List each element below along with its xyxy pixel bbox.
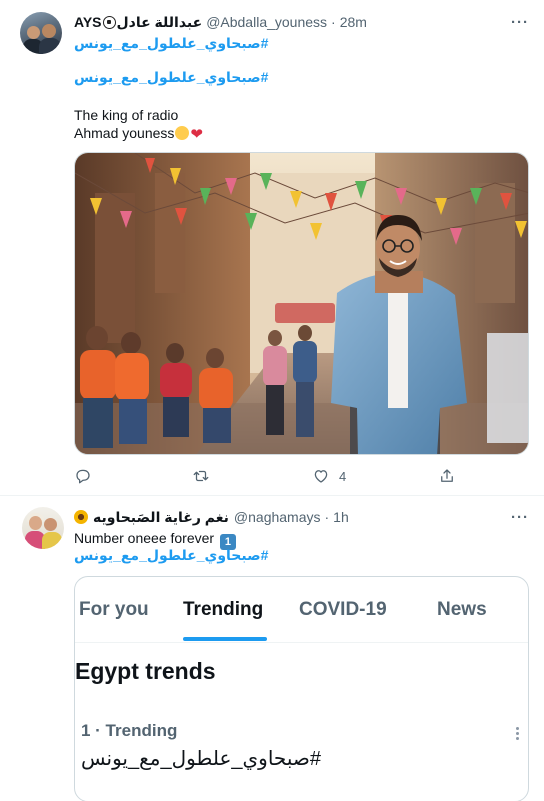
like-button[interactable]: 4 bbox=[312, 466, 346, 486]
hashtag-link[interactable]: #صبحاوي_علطول_مع_يونس bbox=[74, 547, 268, 563]
display-name[interactable]: نغم رغاية الصَبحاويه bbox=[93, 509, 229, 526]
tab-for-you[interactable]: For you bbox=[79, 599, 149, 621]
retweet-button[interactable] bbox=[192, 466, 210, 486]
tweet-photo[interactable] bbox=[74, 152, 529, 455]
sunflower-icon bbox=[74, 510, 88, 524]
heart-outline-icon bbox=[314, 470, 328, 483]
timestamp[interactable]: 28m bbox=[340, 14, 367, 30]
relieved-face-icon bbox=[175, 126, 190, 140]
avatar[interactable] bbox=[22, 507, 64, 549]
tweet-text-line: The king of radio bbox=[74, 107, 179, 123]
more-options-icon[interactable]: ··· bbox=[510, 507, 530, 527]
retweet-icon bbox=[193, 470, 209, 482]
tab-trending[interactable]: Trending bbox=[183, 599, 263, 621]
tab-covid-19[interactable]: COVID-19 bbox=[299, 599, 387, 621]
tweet-text: Ahmad youness bbox=[74, 125, 175, 141]
display-name-arabic[interactable]: عبداللة عادل bbox=[117, 14, 203, 31]
tweet-header: AYS عبداللة عادل @Abdalla_youness · 28m bbox=[74, 12, 367, 32]
trend-more-options-icon[interactable] bbox=[509, 723, 525, 743]
tweet-text-line: Ahmad youness ❤ bbox=[74, 124, 203, 144]
trend-rank-label: 1 · Trending bbox=[81, 721, 178, 740]
red-heart-icon: ❤ bbox=[190, 126, 203, 143]
hashtag-link[interactable]: #صبحاوي_علطول_مع_يونس bbox=[74, 35, 268, 51]
tweet-text: Number oneee forever bbox=[74, 530, 215, 546]
tweet-1[interactable]: AYS عبداللة عادل @Abdalla_youness · 28m ·… bbox=[0, 0, 544, 496]
separator-dot: · bbox=[331, 14, 336, 30]
tab-news[interactable]: News bbox=[437, 599, 487, 621]
hashtag-link[interactable]: #صبحاوي_علطول_مع_يونس bbox=[74, 69, 268, 85]
handle[interactable]: @naghamays bbox=[234, 509, 321, 525]
more-options-icon[interactable]: ··· bbox=[510, 12, 530, 32]
tweet-header: نغم رغاية الصَبحاويه @naghamays · 1h bbox=[74, 507, 349, 527]
share-icon bbox=[441, 469, 453, 482]
tweet-actions: 4 bbox=[74, 466, 474, 486]
share-button[interactable] bbox=[438, 466, 456, 486]
soccer-ball-icon bbox=[102, 15, 116, 29]
explore-tabs: For you Trending COVID-19 News bbox=[75, 577, 528, 643]
embedded-trends-card[interactable]: For you Trending COVID-19 News Egypt tre… bbox=[74, 576, 529, 801]
section-title: Egypt trends bbox=[75, 658, 216, 684]
avatar[interactable] bbox=[20, 12, 62, 54]
reply-button[interactable] bbox=[74, 466, 92, 486]
display-name[interactable]: AYS bbox=[74, 14, 102, 30]
separator-dot: · bbox=[324, 509, 330, 525]
reply-icon bbox=[76, 469, 90, 484]
active-tab-indicator bbox=[183, 637, 267, 641]
trend-hashtag[interactable]: #صبحاوي_علطول_مع_يونس bbox=[81, 746, 321, 771]
timestamp[interactable]: 1h bbox=[333, 509, 349, 525]
like-count: 4 bbox=[339, 468, 347, 484]
handle[interactable]: @Abdalla_youness bbox=[206, 14, 327, 30]
